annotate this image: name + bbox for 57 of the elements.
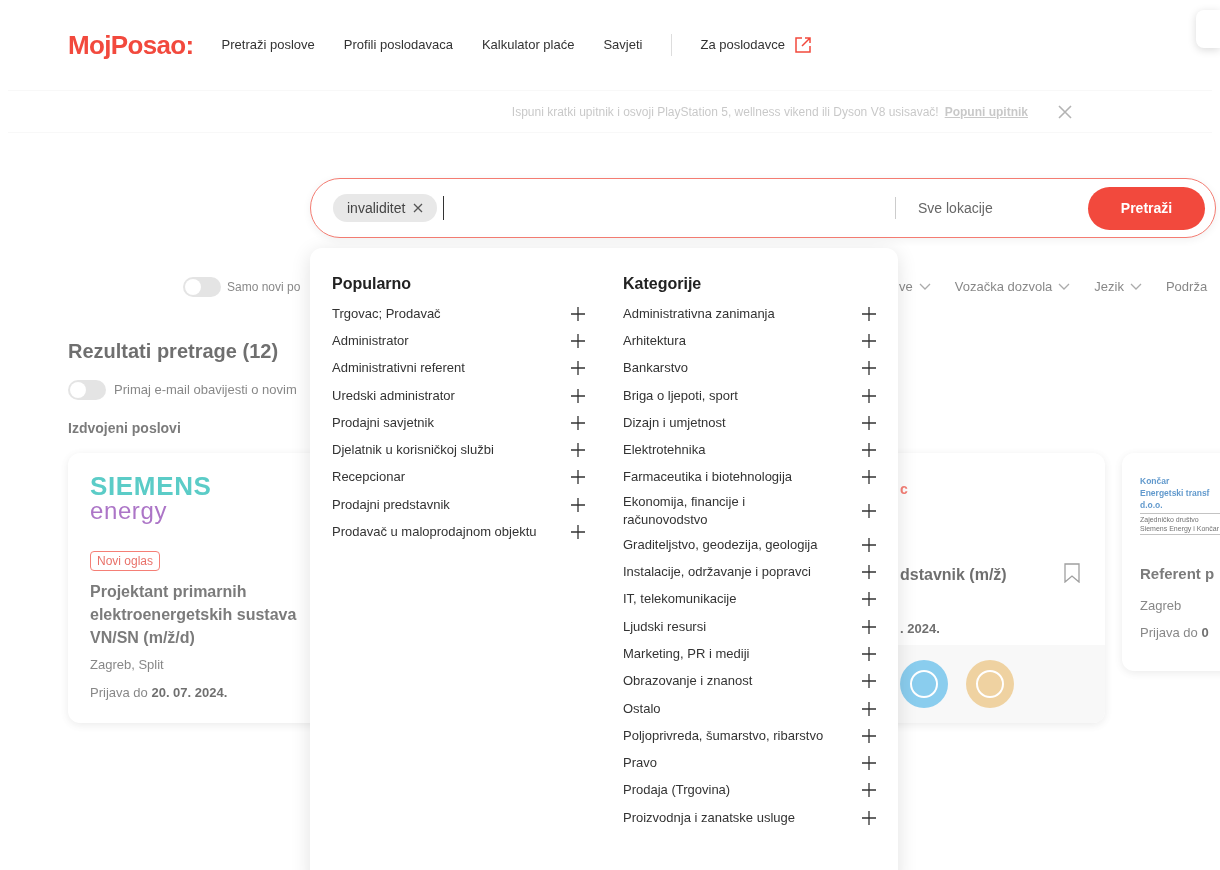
- suggestion-item[interactable]: Bankarstvo: [623, 359, 829, 378]
- company-logo: c: [900, 481, 908, 497]
- suggestion-item[interactable]: Ekonomija, financije i računovodstvo: [623, 493, 829, 530]
- filter-label: Samo novi po: [227, 279, 301, 296]
- suggestion-item[interactable]: Prodajni savjetnik: [332, 413, 538, 432]
- search-button[interactable]: Pretraži: [1088, 186, 1205, 230]
- suggestion-item[interactable]: Uredski administrator: [332, 386, 538, 405]
- suggestion-item[interactable]: Administrativna zanimanja: [623, 304, 829, 323]
- results-title: Rezultati pretrage (12): [68, 339, 279, 364]
- nav-link[interactable]: Savjeti: [603, 35, 643, 55]
- suggestion-item[interactable]: Elektrotehnika: [623, 441, 829, 460]
- suggestion-item[interactable]: Marketing, PR i mediji: [623, 644, 829, 663]
- filter-dropdown[interactable]: Podrža: [1165, 277, 1208, 297]
- filter-dropdown[interactable]: Vozačka dozvola: [954, 277, 1071, 297]
- suggestion-item[interactable]: Farmaceutika i biotehnologija: [623, 468, 829, 487]
- nav-link[interactable]: Profili poslodavaca: [343, 35, 453, 55]
- suggestion-item[interactable]: Prodajni predstavnik: [332, 495, 538, 514]
- suggestion-item[interactable]: Prodaja (Trgovina): [623, 781, 829, 800]
- filter-dropdown[interactable]: Jezik: [1094, 277, 1142, 297]
- suggestion-item[interactable]: Administrativni referent: [332, 359, 538, 378]
- suggestion-item[interactable]: Obrazovanje i znanost: [623, 672, 829, 691]
- job-location: Zagreb, Split: [90, 656, 164, 674]
- job-title[interactable]: dstavnik (m/ž): [900, 563, 1064, 587]
- suggestion-item[interactable]: IT, telekomunikacije: [623, 590, 829, 609]
- employer-link[interactable]: Za poslodavce: [700, 35, 812, 55]
- suggestion-item[interactable]: Arhitektura: [623, 331, 829, 350]
- suggestion-item[interactable]: Pravo: [623, 754, 829, 773]
- job-location: Zagreb: [1140, 596, 1182, 615]
- suggestion-item[interactable]: Instalacije, održavanje i popravci: [623, 563, 829, 581]
- company-logo: SIEMENS energy: [90, 473, 213, 523]
- suggestion-item[interactable]: Administrator: [332, 331, 538, 350]
- suggestion-item[interactable]: Ljudski resursi: [623, 617, 829, 636]
- suggestion-item[interactable]: Trgovac; Prodavač: [332, 304, 538, 323]
- nav-link[interactable]: Kalkulator plaće: [481, 35, 575, 55]
- suggestion-item[interactable]: Prodavač u maloprodajnom objektu: [332, 523, 538, 541]
- keyword-chip[interactable]: invaliditet: [333, 194, 438, 222]
- suggestion-item[interactable]: Djelatnik u korisničkoj službi: [332, 441, 538, 460]
- suggestion-item[interactable]: Ostalo: [623, 699, 829, 718]
- column-heading: Popularno: [332, 274, 413, 294]
- filter-dropdown[interactable]: ve: [899, 277, 931, 297]
- location-field[interactable]: Sve lokacije: [896, 197, 1088, 219]
- email-alerts-label: Primaj e-mail obavijesti o novim: [114, 381, 297, 400]
- job-deadline: Prijava do 20. 07. 2024.: [90, 683, 228, 702]
- nav-link[interactable]: Pretraži poslove: [221, 35, 315, 55]
- suggestion-item[interactable]: Poljoprivreda, šumarstvo, ribarstvo: [623, 726, 829, 745]
- job-deadline: . 2024.: [900, 620, 941, 638]
- suggestion-item[interactable]: Recepcionar: [332, 468, 538, 487]
- job-deadline: Prijava do 0: [1140, 624, 1209, 642]
- suggestion-item[interactable]: Briga o ljepoti, sport: [623, 386, 829, 405]
- featured-title: Izdvojeni poslovi: [68, 419, 181, 438]
- suggestion-item[interactable]: Dizajn i umjetnost: [623, 413, 829, 432]
- new-badge: Novi oglas: [90, 551, 161, 571]
- suggestion-item[interactable]: Proizvodnja i zanatske usluge: [623, 808, 829, 827]
- job-title[interactable]: Referent p: [1140, 563, 1215, 586]
- suggestion-item[interactable]: Graditeljstvo, geodezija, geologija: [623, 535, 829, 554]
- column-heading: Kategorije: [623, 274, 703, 294]
- logo[interactable]: MojPosao:: [68, 25, 194, 65]
